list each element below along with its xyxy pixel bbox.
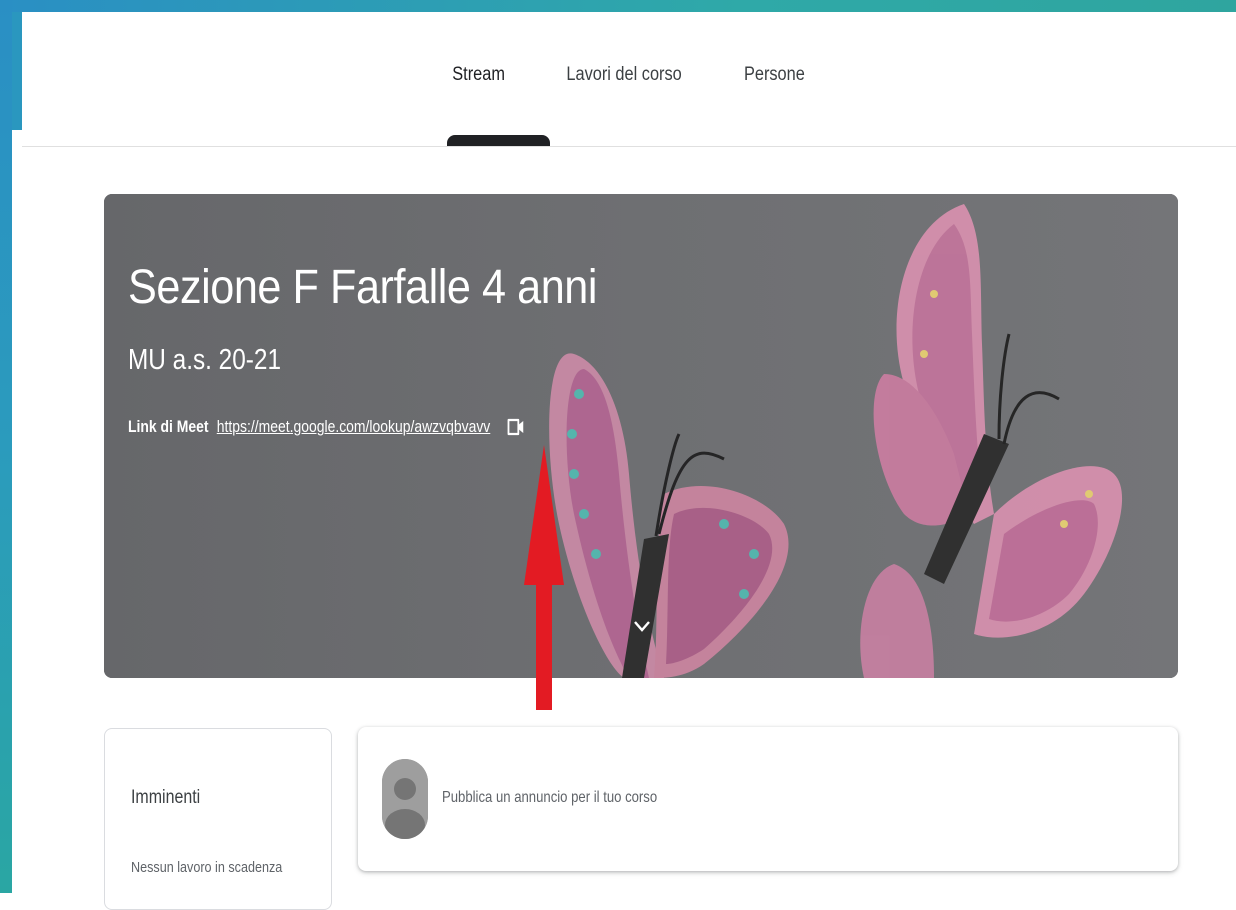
announcement-placeholder[interactable]: Pubblica un annuncio per il tuo corso bbox=[442, 789, 657, 807]
announcement-composer[interactable]: Pubblica un annuncio per il tuo corso bbox=[358, 727, 1178, 871]
screenshot-frame-top bbox=[0, 0, 1236, 12]
annotation-arrow bbox=[524, 445, 564, 710]
upcoming-title: Imminenti bbox=[131, 787, 201, 808]
class-section: MU a.s. 20-21 bbox=[128, 344, 281, 376]
class-tabs: Stream Lavori del corso Persone bbox=[22, 64, 1236, 144]
screenshot-frame-left bbox=[0, 0, 12, 893]
active-tab-indicator bbox=[447, 135, 550, 146]
upcoming-empty-text: Nessun lavoro in scadenza bbox=[131, 859, 283, 876]
tab-stream[interactable]: Stream bbox=[432, 64, 526, 144]
user-avatar-icon bbox=[382, 759, 428, 839]
class-banner: Sezione F Farfalle 4 anni MU a.s. 20-21 … bbox=[104, 194, 1178, 678]
tab-classwork[interactable]: Lavori del corso bbox=[546, 64, 703, 144]
video-camera-icon[interactable] bbox=[505, 414, 526, 440]
meet-label: Link di Meet bbox=[128, 417, 209, 436]
meet-url-link[interactable]: https://meet.google.com/lookup/awzvqbvav… bbox=[217, 417, 491, 437]
meet-link-row: Link di Meet https://meet.google.com/loo… bbox=[128, 414, 526, 440]
chevron-down-icon[interactable] bbox=[632, 618, 652, 634]
screenshot-frame-corner bbox=[12, 12, 22, 130]
tab-people[interactable]: Persone bbox=[724, 64, 826, 144]
upcoming-card: Imminenti Nessun lavoro in scadenza bbox=[104, 728, 332, 910]
class-title: Sezione F Farfalle 4 anni bbox=[128, 261, 598, 314]
top-navigation: Stream Lavori del corso Persone bbox=[22, 12, 1236, 147]
